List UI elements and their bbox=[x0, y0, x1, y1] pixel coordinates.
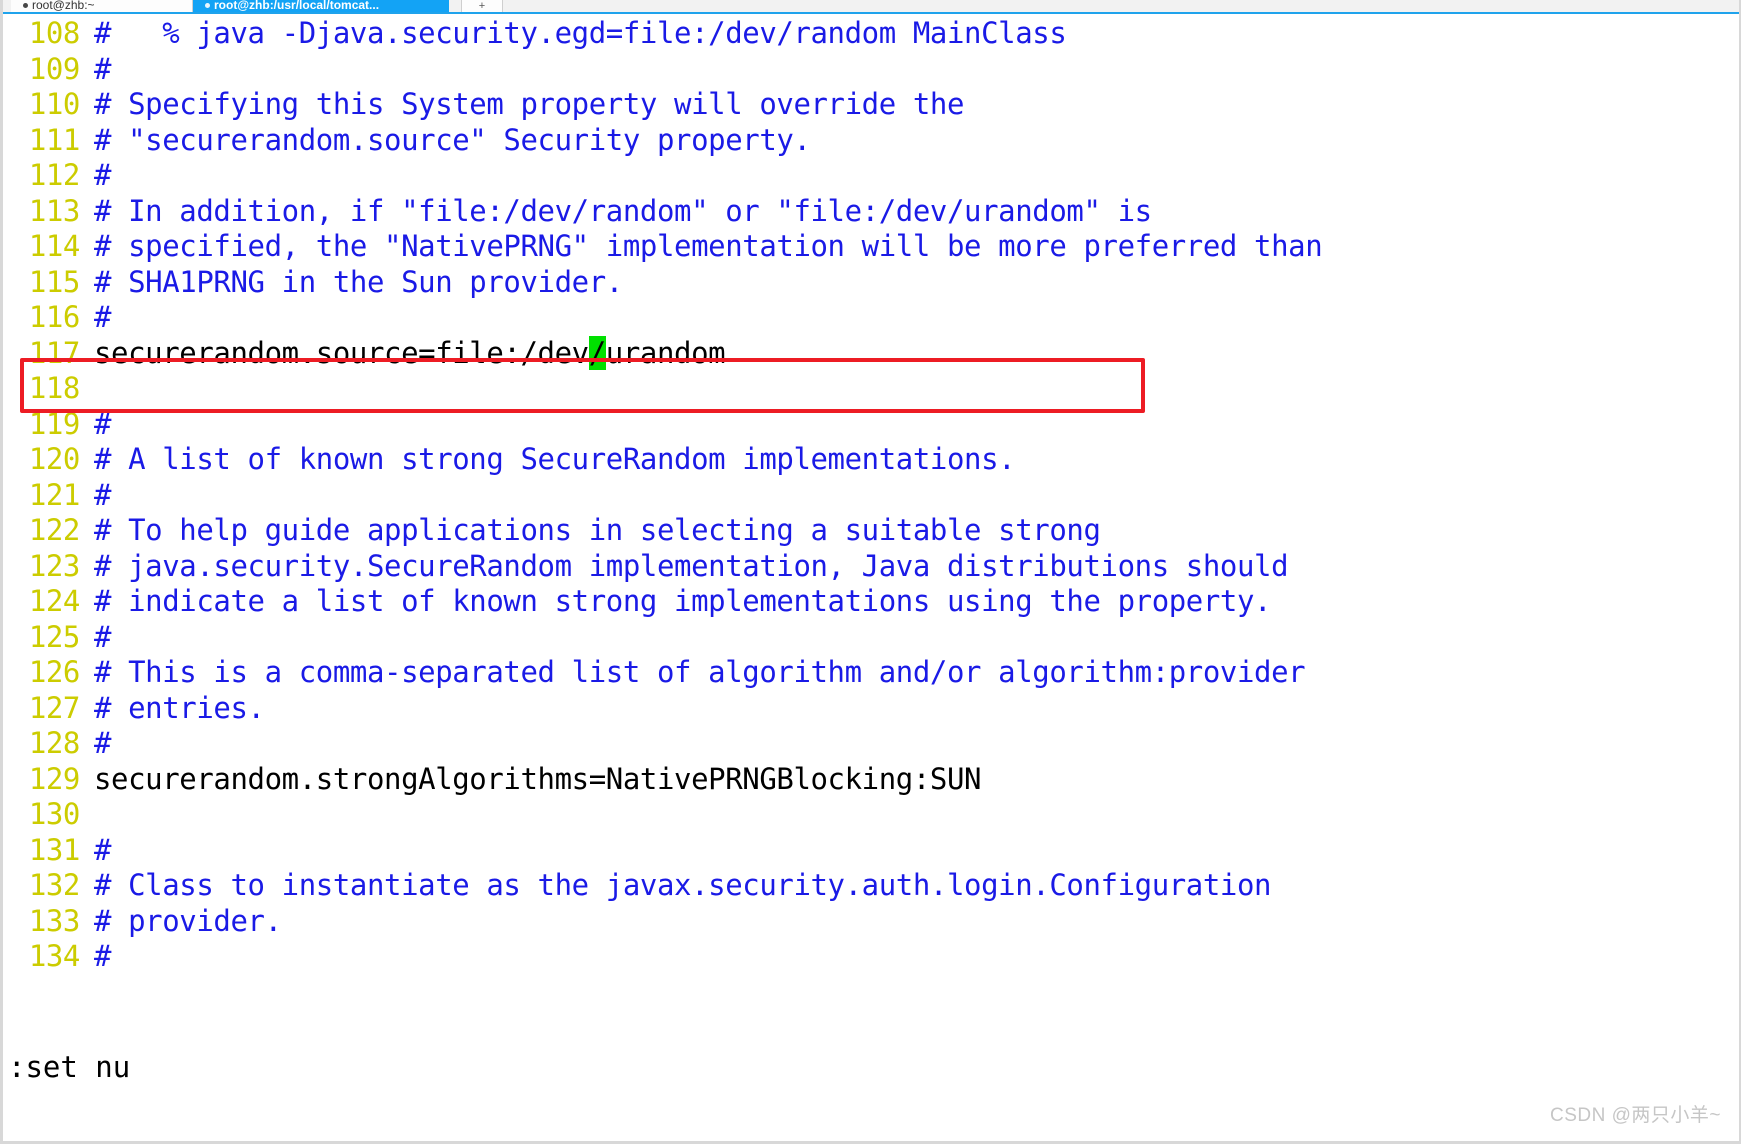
line-number: 109 bbox=[28, 51, 81, 86]
line-number: 121 bbox=[28, 477, 81, 512]
code-area: 108 # % java -Djava.security.egd=file:/de… bbox=[6, 14, 1737, 975]
code-line[interactable]: 134 # bbox=[6, 939, 1737, 975]
line-number: 122 bbox=[28, 513, 81, 547]
line-text: # bbox=[94, 726, 112, 760]
new-tab-button[interactable]: + bbox=[461, 0, 503, 12]
line-text: # specified, the "NativePRNG" implementa… bbox=[94, 229, 1323, 263]
line-text: # bbox=[94, 51, 112, 86]
code-line[interactable]: 113 # In addition, if "file:/dev/random" … bbox=[6, 194, 1737, 230]
vim-editor[interactable]: 108 # % java -Djava.security.egd=file:/de… bbox=[6, 14, 1737, 1138]
line-number: 125 bbox=[28, 619, 81, 654]
line-text: # A list of known strong SecureRandom im… bbox=[94, 442, 1016, 476]
code-line[interactable]: 122 # To help guide applications in selec… bbox=[6, 513, 1737, 549]
tab-item-0[interactable]: root@zhb:~ bbox=[11, 0, 193, 12]
line-number: 131 bbox=[28, 832, 81, 867]
line-number: 112 bbox=[28, 158, 81, 192]
line-text: securerandom.source=file:/dev/urandom bbox=[94, 335, 726, 370]
code-line[interactable]: 131 # bbox=[6, 833, 1737, 869]
line-number: 134 bbox=[28, 939, 81, 973]
line-text: # To help guide applications in selectin… bbox=[94, 513, 1101, 547]
csdn-watermark: CSDN @两只小羊~ bbox=[1550, 1105, 1721, 1126]
line-text: # This is a comma-separated list of algo… bbox=[94, 655, 1306, 689]
line-number: 127 bbox=[28, 690, 81, 725]
terminal-window: root@zhb:~ root@zhb:/usr/local/tomcat...… bbox=[0, 0, 1741, 1144]
line-number: 133 bbox=[28, 903, 81, 938]
line-number: 119 bbox=[28, 406, 81, 441]
line-number: 132 bbox=[28, 868, 81, 902]
line-text: # entries. bbox=[94, 690, 265, 725]
code-line[interactable]: 114 # specified, the "NativePRNG" impleme… bbox=[6, 229, 1737, 265]
line-text: # Class to instantiate as the javax.secu… bbox=[94, 868, 1272, 902]
line-text: # indicate a list of known strong implem… bbox=[94, 584, 1272, 618]
code-line[interactable]: 109 # bbox=[6, 52, 1737, 88]
line-text: # % java -Djava.security.egd=file:/dev/r… bbox=[94, 16, 1067, 50]
code-line[interactable]: 120 # A list of known strong SecureRandom… bbox=[6, 442, 1737, 478]
code-line[interactable]: 132 # Class to instantiate as the javax.s… bbox=[6, 868, 1737, 904]
code-line[interactable]: 116 # bbox=[6, 300, 1737, 336]
line-number: 111 bbox=[28, 122, 81, 157]
line-text: # In addition, if "file:/dev/random" or … bbox=[94, 193, 1152, 228]
line-number: 115 bbox=[28, 264, 81, 299]
tab-item-1[interactable]: root@zhb:/usr/local/tomcat... bbox=[193, 0, 449, 12]
code-line[interactable]: 130 bbox=[6, 797, 1737, 833]
code-line[interactable]: 110 # Specifying this System property wil… bbox=[6, 87, 1737, 123]
text-cursor: / bbox=[588, 335, 606, 370]
code-line[interactable]: 126 # This is a comma-separated list of a… bbox=[6, 655, 1737, 691]
line-text: # bbox=[94, 300, 112, 334]
line-number: 117 bbox=[28, 335, 81, 370]
code-line[interactable]: 125 # bbox=[6, 620, 1737, 656]
line-number: 108 bbox=[28, 16, 81, 50]
line-text: # bbox=[94, 477, 112, 512]
line-text: # bbox=[94, 939, 112, 973]
code-line[interactable]: 121 # bbox=[6, 478, 1737, 514]
line-number: 128 bbox=[28, 726, 81, 760]
tab-label: root@zhb:/usr/local/tomcat... bbox=[214, 0, 380, 12]
line-number: 123 bbox=[28, 548, 81, 583]
line-number: 113 bbox=[28, 193, 81, 228]
line-text: # bbox=[94, 832, 112, 867]
vim-command-line[interactable]: :set nu bbox=[6, 1048, 1737, 1086]
code-line[interactable]: 119 # bbox=[6, 407, 1737, 443]
tab-bar: root@zhb:~ root@zhb:/usr/local/tomcat...… bbox=[3, 0, 1739, 14]
code-line[interactable]: 112 # bbox=[6, 158, 1737, 194]
line-number: 118 bbox=[28, 371, 81, 405]
terminal-icon bbox=[205, 3, 210, 8]
line-number: 129 bbox=[28, 761, 81, 796]
tab-label: root@zhb:~ bbox=[32, 0, 95, 12]
line-text: # bbox=[94, 158, 112, 192]
code-line[interactable]: 115 # SHA1PRNG in the Sun provider. bbox=[6, 265, 1737, 301]
code-line[interactable]: 123 # java.security.SecureRandom implemen… bbox=[6, 549, 1737, 585]
line-number: 110 bbox=[28, 87, 81, 121]
line-number: 114 bbox=[28, 229, 81, 263]
code-line[interactable]: 124 # indicate a list of known strong imp… bbox=[6, 584, 1737, 620]
code-line[interactable]: 111 # "securerandom.source" Security prop… bbox=[6, 123, 1737, 159]
line-text: # Specifying this System property will o… bbox=[94, 87, 965, 121]
line-number: 120 bbox=[28, 442, 81, 476]
line-number: 126 bbox=[28, 655, 81, 689]
line-text: # SHA1PRNG in the Sun provider. bbox=[94, 264, 623, 299]
code-line[interactable]: 133 # provider. bbox=[6, 904, 1737, 940]
line-number: 130 bbox=[28, 797, 81, 831]
code-line[interactable]: 129 securerandom.strongAlgorithms=NativeP… bbox=[6, 762, 1737, 798]
line-text: # bbox=[94, 406, 112, 441]
code-line[interactable]: 108 # % java -Djava.security.egd=file:/de… bbox=[6, 16, 1737, 52]
code-line[interactable]: 128 # bbox=[6, 726, 1737, 762]
terminal-icon bbox=[23, 3, 28, 8]
line-text: # bbox=[94, 619, 112, 654]
line-number: 116 bbox=[28, 300, 81, 334]
code-line[interactable]: 118 bbox=[6, 371, 1737, 407]
line-text: # "securerandom.source" Security propert… bbox=[94, 122, 811, 157]
line-number: 124 bbox=[28, 584, 81, 618]
line-text: securerandom.strongAlgorithms=NativePRNG… bbox=[94, 761, 982, 796]
code-line[interactable]: 117 securerandom.source=file:/dev/urandom bbox=[6, 335, 1737, 372]
line-text: # provider. bbox=[94, 903, 282, 938]
code-line[interactable]: 127 # entries. bbox=[6, 691, 1737, 727]
line-text: # java.security.SecureRandom implementat… bbox=[94, 548, 1289, 583]
